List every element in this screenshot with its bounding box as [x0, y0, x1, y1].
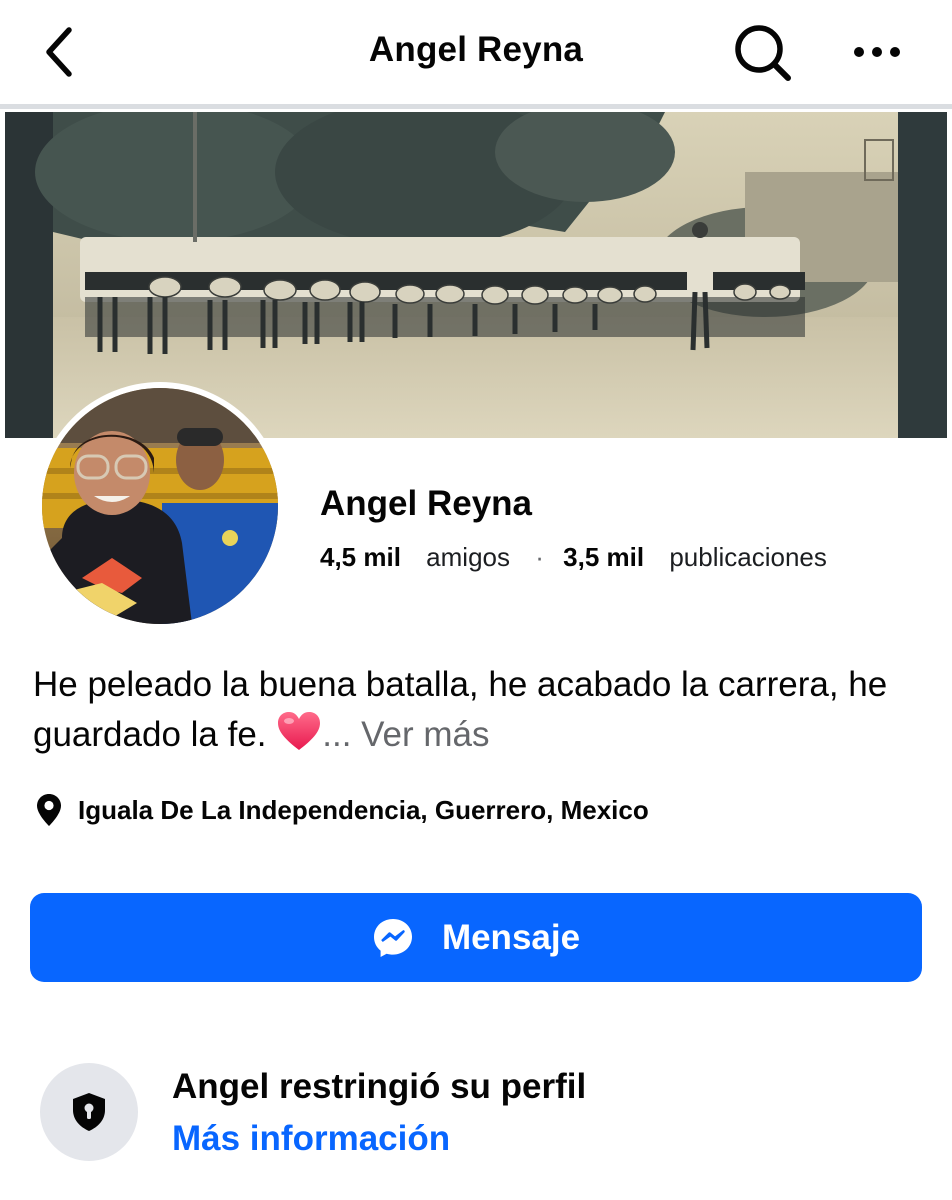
see-more-link[interactable]: ... Ver más [322, 715, 489, 754]
location-text: Iguala De La Independencia, Guerrero, Me… [78, 794, 649, 825]
posts-label: publicaciones [669, 542, 827, 572]
restricted-icon-circle [40, 1063, 138, 1161]
search-button[interactable] [730, 20, 794, 84]
more-options-button[interactable] [845, 28, 909, 76]
stats-separator: · [535, 542, 544, 572]
top-bar: Angel Reyna [0, 0, 952, 106]
restricted-title: Angel restringió su perfil [172, 1067, 587, 1106]
message-button-label: Mensaje [441, 917, 581, 957]
message-button[interactable]: Mensaje [30, 893, 922, 982]
top-bar-divider [0, 104, 952, 109]
profile-location: Iguala De La Independencia, Guerrero, Me… [36, 790, 649, 830]
more-horizontal-icon [854, 47, 900, 57]
messenger-icon [373, 918, 412, 957]
location-pin-icon [37, 794, 61, 826]
page-title: Angel Reyna [368, 30, 584, 69]
profile-bio: He peleado la buena batalla, he acabado … [33, 660, 913, 760]
more-info-link[interactable]: Más información [172, 1119, 450, 1159]
posts-count: 3,5 mil [563, 542, 645, 572]
shield-lock-icon [73, 1093, 105, 1131]
friends-count[interactable]: 4,5 mil [320, 542, 401, 572]
avatar-image [42, 388, 278, 624]
profile-name: Angel Reyna [320, 484, 532, 523]
friends-label[interactable]: amigos [426, 542, 510, 572]
profile-picture[interactable] [36, 382, 284, 630]
search-icon [735, 25, 791, 81]
profile-stats: 4,5 mil amigos · 3,5 mil publicaciones [320, 542, 827, 573]
heart-emoji-icon [276, 710, 322, 752]
avatar [42, 388, 278, 624]
